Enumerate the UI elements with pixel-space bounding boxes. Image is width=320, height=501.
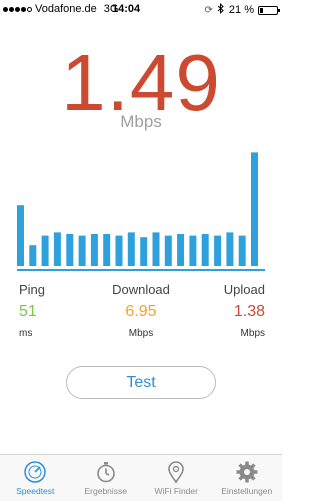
upload-label: Upload bbox=[223, 282, 265, 297]
speed-history-chart bbox=[17, 152, 265, 271]
speed-bar bbox=[201, 234, 209, 266]
speed-bar bbox=[177, 234, 185, 266]
location-pin-icon bbox=[141, 460, 212, 484]
tab-wifi-finder[interactable]: WiFi Finder bbox=[141, 455, 212, 501]
speed-bar bbox=[214, 235, 222, 266]
speed-bar bbox=[164, 235, 172, 266]
upload-metric: Upload 1.38 Mbps bbox=[224, 282, 265, 339]
stopwatch-icon bbox=[71, 460, 142, 484]
ping-unit: ms bbox=[19, 328, 33, 339]
gear-icon bbox=[212, 460, 283, 484]
speed-bar bbox=[226, 232, 234, 266]
tab-label: Ergebnisse bbox=[84, 486, 128, 496]
speed-bar bbox=[140, 237, 148, 266]
speed-bar bbox=[17, 205, 24, 266]
ping-label: Ping bbox=[19, 282, 46, 297]
download-unit: Mbps bbox=[128, 328, 154, 339]
speed-bar bbox=[41, 235, 49, 266]
speed-bar bbox=[152, 232, 160, 266]
tab-einstellungen[interactable]: Einstellungen bbox=[212, 455, 283, 501]
start-test-button[interactable]: Test bbox=[66, 366, 216, 399]
speed-bar bbox=[90, 234, 98, 266]
download-label: Download bbox=[112, 282, 170, 297]
tab-speedtest[interactable]: Speedtest bbox=[0, 455, 71, 501]
upload-unit: Mbps bbox=[240, 328, 265, 339]
ping-metric: Ping 51 ms bbox=[19, 282, 45, 339]
download-value: 6.95 bbox=[125, 303, 157, 320]
upload-value: 1.38 bbox=[233, 303, 265, 320]
speed-bar bbox=[53, 232, 61, 266]
speed-bar bbox=[189, 235, 197, 266]
tab-label: Einstellungen bbox=[221, 486, 273, 496]
tab-bar: Speedtest Ergebnisse WiFi Finder Einstel… bbox=[0, 454, 282, 501]
speedometer-icon bbox=[0, 460, 71, 484]
tab-label: WiFi Finder bbox=[154, 486, 198, 496]
tab-label: Speedtest bbox=[16, 486, 55, 496]
speed-bar bbox=[29, 245, 37, 266]
speed-bar bbox=[238, 235, 246, 266]
speed-bar bbox=[78, 235, 86, 266]
speed-bar bbox=[251, 152, 258, 266]
speed-bar bbox=[66, 234, 74, 266]
ping-value: 51 bbox=[19, 303, 37, 320]
speed-bar bbox=[103, 234, 111, 266]
tab-ergebnisse[interactable]: Ergebnisse bbox=[71, 455, 142, 501]
download-metric: Download 6.95 Mbps bbox=[99, 282, 183, 339]
speed-bar bbox=[115, 235, 123, 266]
speed-bar bbox=[127, 232, 135, 266]
